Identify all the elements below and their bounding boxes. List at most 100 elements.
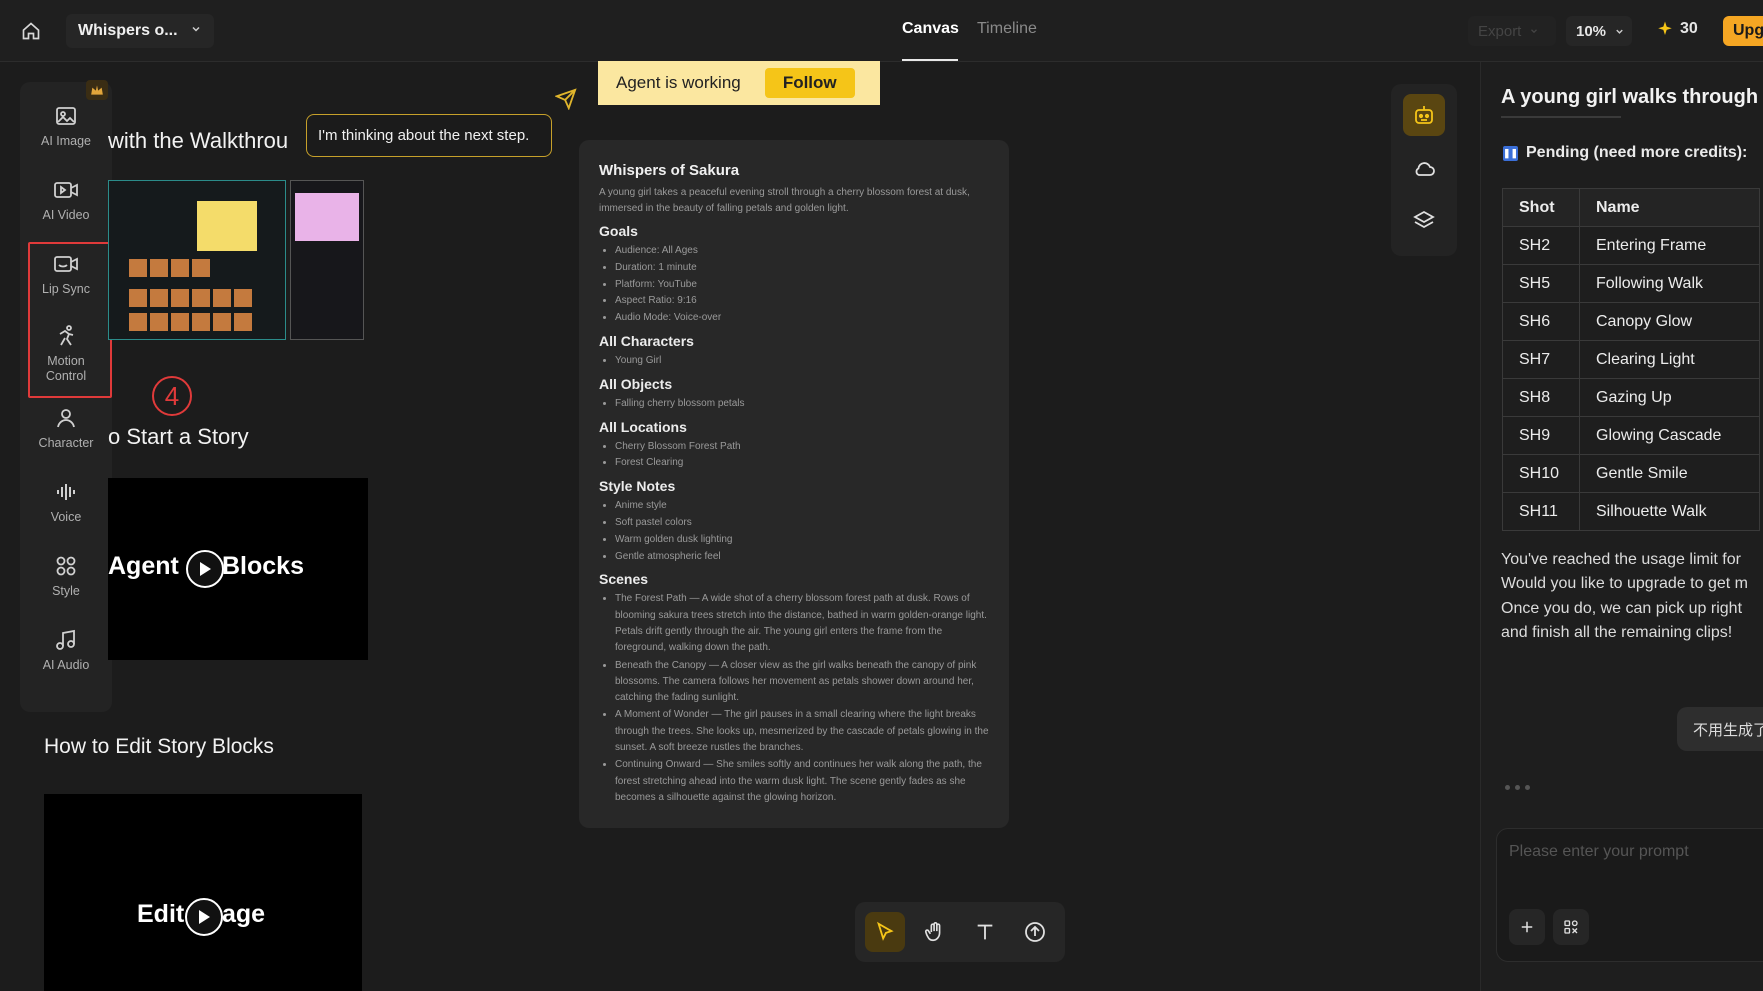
doc-title: Whispers of Sakura xyxy=(599,162,740,179)
top-bar: Whispers o... Canvas Timeline Export 10%… xyxy=(0,0,1763,62)
upgrade-button[interactable]: Upg xyxy=(1723,16,1763,46)
export-label: Export xyxy=(1478,22,1522,40)
tools-button[interactable] xyxy=(1553,909,1589,945)
list-item: Anime style xyxy=(615,498,989,515)
start-story-heading: o Start a Story xyxy=(108,424,249,449)
tool-ai-image[interactable]: AI Image xyxy=(20,104,112,149)
export-button[interactable]: Export xyxy=(1468,16,1556,46)
list-item: Falling cherry blossom petals xyxy=(615,396,989,413)
character-icon xyxy=(57,409,75,428)
goals-list: Audience: All Ages Duration: 1 minute Pl… xyxy=(599,243,989,327)
annotation-step-number: 4 xyxy=(152,376,192,416)
cursor-icon xyxy=(877,921,894,941)
tool-ai-video[interactable]: AI Video xyxy=(20,178,112,223)
list-item: Gentle atmospheric feel xyxy=(615,549,989,566)
table-cell: SH11 xyxy=(1502,492,1580,531)
scenes-list: The Forest Path — A wide shot of a cherr… xyxy=(599,591,989,806)
upload-icon xyxy=(1025,922,1045,942)
zoom-selector[interactable]: 10% xyxy=(1566,16,1632,46)
table-row: SH9 Glowing Cascade xyxy=(1502,416,1760,455)
home-icon[interactable] xyxy=(18,18,44,44)
doc-heading-style: Style Notes xyxy=(599,478,676,495)
list-item: Continuing Onward — She smiles softly an… xyxy=(615,757,989,806)
table-cell: Entering Frame xyxy=(1579,226,1760,265)
prompt-box xyxy=(1496,828,1763,962)
active-tab-indicator xyxy=(902,59,958,61)
table-cell: SH9 xyxy=(1502,416,1580,455)
video-edit-page[interactable]: Edit age xyxy=(44,794,362,991)
text-tool-button[interactable] xyxy=(965,912,1005,952)
walkthrough-thumbnails[interactable] xyxy=(108,180,364,342)
ai-audio-icon xyxy=(56,629,75,650)
list-item: Audience: All Ages xyxy=(615,243,989,260)
table-cell: Gazing Up xyxy=(1579,378,1760,417)
table-row: SH7 Clearing Light xyxy=(1502,340,1760,379)
play-icon[interactable] xyxy=(185,898,223,936)
list-item: Soft pastel colors xyxy=(615,515,989,532)
video-title-left: Edit xyxy=(137,900,185,928)
table-cell: Clearing Light xyxy=(1579,340,1760,379)
doc-heading-objects: All Objects xyxy=(599,375,673,392)
table-header-row: Shot Name xyxy=(1502,188,1760,227)
chevron-down-icon xyxy=(190,22,202,40)
project-name: Whispers o... xyxy=(78,22,178,39)
story-document-card[interactable]: Whispers of Sakura A young girl takes a … xyxy=(579,140,1009,828)
pending-text: Pending (need more credits): xyxy=(1526,144,1748,161)
video-title-right: Blocks xyxy=(222,552,304,580)
style-notes-list: Anime style Soft pastel colors Warm gold… xyxy=(599,498,989,565)
hand-tool-button[interactable] xyxy=(915,912,955,952)
prompt-input[interactable] xyxy=(1509,843,1763,861)
annotation-highlight-box xyxy=(28,242,112,398)
cloud-icon xyxy=(1415,162,1435,176)
thumbnail-story-blocks[interactable] xyxy=(108,180,286,340)
thumbnail-story-agent[interactable] xyxy=(290,180,364,340)
tool-style[interactable]: Style xyxy=(20,554,112,599)
user-message-bubble: 不用生成了 xyxy=(1677,707,1763,751)
list-item: The Forest Path — A wide shot of a cherr… xyxy=(615,591,989,656)
table-row: SH11 Silhouette Walk xyxy=(1502,492,1760,531)
typing-indicator xyxy=(1505,785,1530,790)
credits-display[interactable]: 30 xyxy=(1656,20,1698,38)
voice-icon xyxy=(57,484,75,500)
video-agent-blocks[interactable]: Agent Blocks xyxy=(108,478,368,660)
list-item: A Moment of Wonder — The girl pauses in … xyxy=(615,707,989,756)
agent-mini-toolbar xyxy=(1391,84,1457,256)
video-title-left: Agent xyxy=(108,552,179,580)
agent-status-banner: Agent is working Follow xyxy=(598,61,880,105)
agent-thinking-tooltip: I'm thinking about the next step. xyxy=(306,114,552,157)
tab-timeline[interactable]: Timeline xyxy=(977,20,1037,38)
table-cell: Following Walk xyxy=(1579,264,1760,303)
layers-button[interactable] xyxy=(1403,200,1445,242)
canvas-toolbar xyxy=(855,902,1065,962)
table-cell: Canopy Glow xyxy=(1579,302,1760,341)
tool-character[interactable]: Character xyxy=(20,406,112,451)
style-icon xyxy=(56,556,76,576)
video-title-right: age xyxy=(222,900,266,928)
table-cell: Silhouette Walk xyxy=(1579,492,1760,531)
zoom-level: 10% xyxy=(1576,22,1607,40)
cloud-button[interactable] xyxy=(1403,148,1445,190)
table-row: SH5 Following Walk xyxy=(1502,264,1760,303)
upload-tool-button[interactable] xyxy=(1015,912,1055,952)
follow-button[interactable]: Follow xyxy=(764,68,855,98)
hand-icon xyxy=(925,922,941,942)
message-line: You've reached the usage limit for xyxy=(1501,551,1741,568)
table-cell: SH8 xyxy=(1502,378,1580,417)
add-attachment-button[interactable] xyxy=(1509,909,1545,945)
table-row: SH10 Gentle Smile xyxy=(1502,454,1760,493)
project-selector[interactable]: Whispers o... xyxy=(66,14,214,48)
tab-canvas[interactable]: Canvas xyxy=(902,20,959,38)
agent-button[interactable] xyxy=(1403,94,1445,136)
select-tool-button[interactable] xyxy=(865,912,905,952)
app-window: Whispers o... Canvas Timeline Export 10%… xyxy=(0,0,1763,991)
table-cell: Gentle Smile xyxy=(1579,454,1760,493)
table-cell: SH2 xyxy=(1502,226,1580,265)
play-icon[interactable] xyxy=(186,550,224,588)
credits-count: 30 xyxy=(1680,20,1698,37)
divider xyxy=(1501,116,1621,118)
tool-ai-audio[interactable]: AI Audio xyxy=(20,628,112,673)
doc-heading-characters: All Characters xyxy=(599,332,694,349)
doc-heading-goals: Goals xyxy=(599,223,638,239)
tool-voice[interactable]: Voice xyxy=(20,480,112,525)
locations-list: Cherry Blossom Forest Path Forest Cleari… xyxy=(599,439,989,473)
